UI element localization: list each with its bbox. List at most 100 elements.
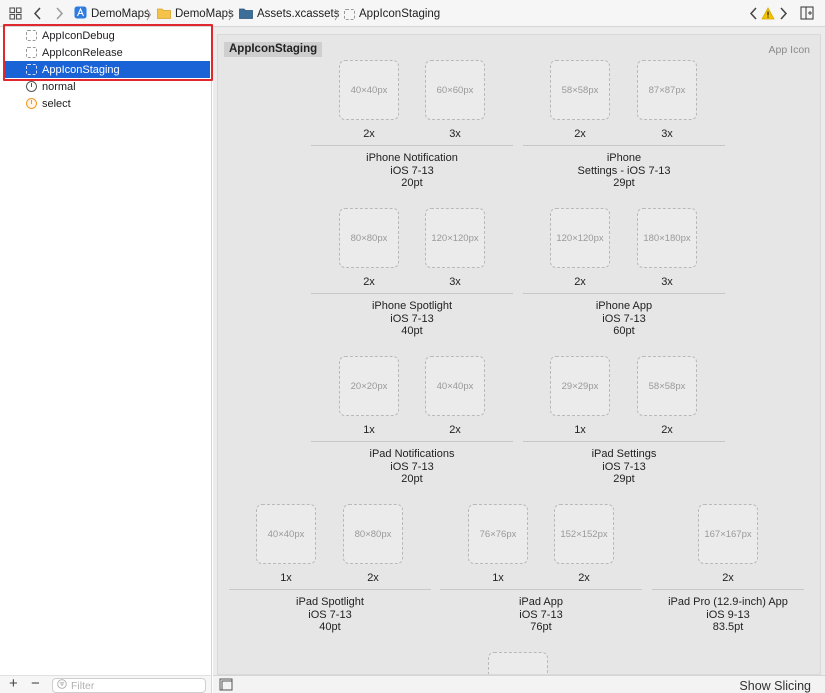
- scale-label: 2x: [722, 572, 734, 584]
- related-items-grid-icon[interactable]: [6, 4, 24, 22]
- group-label-line: iOS 7-13: [390, 312, 434, 325]
- icon-slot-120x120[interactable]: 120×120px: [425, 208, 485, 268]
- sidebar-item-label: select: [42, 97, 71, 110]
- breadcrumb-asset[interactable]: AppIconStaging: [344, 6, 440, 22]
- remove-icon[interactable]: −: [31, 675, 40, 692]
- group-divider: [311, 145, 513, 146]
- group-label-line: iPad App: [518, 596, 564, 608]
- breadcrumb-group-label: DemoMaps: [175, 8, 234, 20]
- breadcrumb-asset-label: AppIconStaging: [359, 8, 441, 20]
- icon-slot-40x40[interactable]: 40×40px: [339, 60, 399, 120]
- app-icon-set-frame: AppIconStaging App Icon 40×40px 60×60px …: [217, 34, 821, 675]
- scale-label: 1x: [280, 572, 292, 584]
- sidebar-item-label: AppIconStaging: [42, 63, 120, 76]
- asset-editor: AppIconStaging App Icon 40×40px 60×60px …: [213, 27, 825, 675]
- icon-slot-58x58[interactable]: 58×58px: [550, 60, 610, 120]
- slot-size-label: 76×76px: [479, 528, 517, 540]
- scale-label: 3x: [661, 276, 673, 288]
- group-label-line: 40pt: [401, 325, 423, 337]
- group-label-line: iPad Settings: [591, 448, 657, 460]
- scale-label: 1x: [363, 424, 375, 436]
- group-divider: [652, 589, 804, 590]
- app-icon-set-icon: [344, 8, 355, 20]
- next-issue-icon[interactable]: [774, 4, 792, 22]
- group-label-iphone-settings: iPhone Settings - iOS 7-13 29pt: [523, 152, 725, 190]
- breadcrumb-group[interactable]: DemoMaps: [157, 6, 234, 22]
- asset-list-sidebar: AppIconDebug AppIconRelease AppIconStagi…: [0, 27, 212, 693]
- group-label-line: iOS 7-13: [390, 460, 434, 473]
- icon-slot-80x80[interactable]: 80×80px: [339, 208, 399, 268]
- group-label-line: 60pt: [613, 325, 635, 337]
- sidebar-item-appiconrelease[interactable]: AppIconRelease: [4, 44, 210, 61]
- slot-size-label: 167×167px: [704, 528, 752, 540]
- group-label-line: 29pt: [613, 177, 635, 189]
- icon-slot-20x20[interactable]: 20×20px: [339, 356, 399, 416]
- icon-slot-120x120[interactable]: 120×120px: [550, 208, 610, 268]
- group-label-line: iOS 7-13: [602, 312, 646, 325]
- icon-slot-167x167[interactable]: 167×167px: [698, 504, 758, 564]
- sidebar-item-appicondebug[interactable]: AppIconDebug: [4, 27, 210, 44]
- scale-label: 1x: [492, 572, 504, 584]
- icon-slot-76x76[interactable]: 76×76px: [468, 504, 528, 564]
- sidebar-footer: + − Filter: [0, 675, 211, 693]
- scale-label: 2x: [574, 276, 586, 288]
- group-label-line: iPhone Spotlight: [371, 300, 453, 312]
- slot-size-label: 152×152px: [560, 528, 608, 540]
- icon-slot-87x87[interactable]: 87×87px: [637, 60, 697, 120]
- icon-slot-152x152[interactable]: 152×152px: [554, 504, 614, 564]
- scale-label: 2x: [363, 128, 375, 140]
- add-icon[interactable]: +: [9, 675, 18, 692]
- icon-slot-40x40[interactable]: 40×40px: [425, 356, 485, 416]
- breadcrumb-catalog-label: Assets.xcassets: [257, 8, 340, 20]
- group-label-line: 40pt: [319, 621, 341, 633]
- sidebar-item-label: AppIconRelease: [42, 46, 123, 59]
- scale-label: 1x: [574, 424, 586, 436]
- filter-input[interactable]: Filter: [52, 678, 206, 693]
- group-label-line: iPad Spotlight: [296, 596, 364, 608]
- group-label-iphone-notification: iPhone Notification iOS 7-13 20pt: [311, 152, 513, 190]
- slot-size-label: 80×80px: [354, 528, 392, 540]
- icon-slot-40x40[interactable]: 40×40px: [256, 504, 316, 564]
- group-label-line: iOS 7-13: [390, 164, 434, 177]
- dashed-square-icon: [26, 30, 37, 41]
- group-label-ipad-pro-app: iPad Pro (12.9-inch) App iOS 9-13 83.5pt: [642, 596, 814, 634]
- icon-slot-80x80[interactable]: 80×80px: [343, 504, 403, 564]
- sidebar-item-label: AppIconDebug: [42, 29, 115, 42]
- icon-slot-60x60[interactable]: 60×60px: [425, 60, 485, 120]
- icon-slot-180x180[interactable]: 180×180px: [637, 208, 697, 268]
- sidebar-item-normal[interactable]: normal: [4, 78, 210, 95]
- slot-size-label: 29×29px: [561, 380, 599, 392]
- asset-type-label: App Icon: [768, 44, 810, 56]
- group-divider: [523, 441, 725, 442]
- show-slicing-button[interactable]: Show Slicing: [739, 679, 811, 693]
- group-label-line: 20pt: [401, 473, 423, 485]
- group-label-ipad-spotlight: iPad Spotlight iOS 7-13 40pt: [229, 596, 431, 634]
- group-label-line: iOS 7-13: [602, 460, 646, 473]
- icon-slot-partial[interactable]: [488, 652, 548, 674]
- forward-arrow-icon[interactable]: [50, 4, 68, 22]
- breadcrumb-catalog[interactable]: Assets.xcassets: [239, 6, 339, 22]
- group-divider: [523, 145, 725, 146]
- slot-size-label: 180×180px: [643, 232, 691, 244]
- scale-label: 3x: [661, 128, 673, 140]
- group-divider: [311, 293, 513, 294]
- xcode-project-icon: [74, 6, 87, 22]
- editor-footer: Show Slicing: [213, 675, 825, 693]
- sidebar-item-select[interactable]: select: [4, 95, 210, 112]
- group-divider: [229, 589, 431, 590]
- group-label-line: iOS 7-13: [308, 608, 352, 621]
- icon-slot-58x58[interactable]: 58×58px: [637, 356, 697, 416]
- group-label-line: 20pt: [401, 177, 423, 189]
- slot-size-label: 60×60px: [436, 84, 474, 96]
- add-editor-icon[interactable]: [798, 4, 816, 22]
- asset-catalog-folder-icon: [239, 7, 253, 22]
- attributes-panel-icon[interactable]: [219, 678, 233, 693]
- group-label-line: iOS 9-13: [706, 608, 750, 621]
- icon-slot-29x29[interactable]: 29×29px: [550, 356, 610, 416]
- back-arrow-icon[interactable]: [29, 4, 47, 22]
- scale-label: 2x: [661, 424, 673, 436]
- group-label-line: iPad Notifications: [369, 448, 455, 460]
- breadcrumb-project[interactable]: DemoMaps: [74, 6, 150, 22]
- sidebar-item-appiconstaging[interactable]: AppIconStaging: [4, 61, 210, 78]
- group-label-ipad-notifications: iPad Notifications iOS 7-13 20pt: [311, 448, 513, 486]
